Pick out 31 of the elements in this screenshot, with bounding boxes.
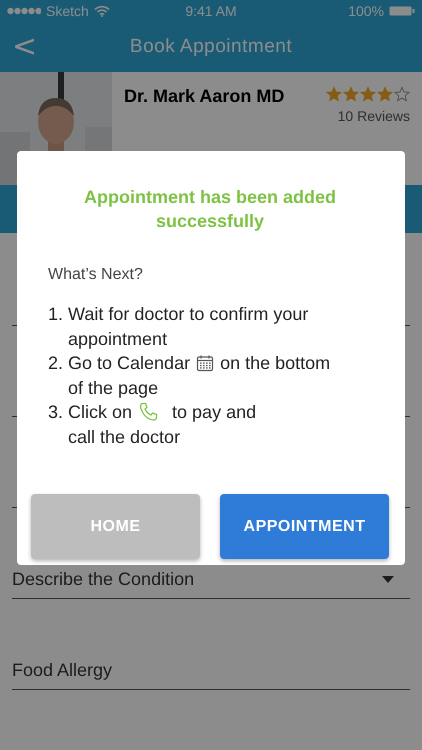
step-number: 2. [48,352,64,375]
battery-icon [389,6,415,16]
step-number: 1. [48,303,64,326]
signal-icon [7,7,41,15]
back-button[interactable]: < [2,32,48,62]
filled-star-icon [377,86,393,102]
appointment-button[interactable]: APPOINTMENT [220,494,389,559]
step-text: appointment [68,328,168,351]
wifi-icon [94,5,110,17]
step-text: to pay and [172,401,256,424]
calendar-icon [196,354,214,372]
step-text: Go to Calendar [68,352,190,375]
clock-time: 9:41 AM [185,3,237,19]
carrier-name: Sketch [46,3,89,19]
screen-title: Book Appointment [130,36,292,58]
step-text: Wait for doctor to confirm your [68,303,308,326]
filled-star-icon [343,86,359,102]
dropdown-caret-icon [382,576,394,582]
input-field[interactable]: Food Allergy [12,651,410,690]
doctor-name: Dr. Mark Aaron MD [124,86,284,108]
step-text: of the page [68,376,158,400]
next-steps-heading: What’s Next? [48,266,144,284]
review-count: 10 Reviews [338,108,410,124]
success-message: Appointment has been added successfully [82,186,338,233]
step-number: 3. [48,401,64,424]
step-text: call the doctor [68,426,180,448]
battery-percent: 100% [348,3,384,19]
filled-star-icon [360,86,376,102]
step-text: on the bottom [220,352,330,375]
filled-star-icon [326,86,342,102]
step-text: Click on [68,401,132,424]
